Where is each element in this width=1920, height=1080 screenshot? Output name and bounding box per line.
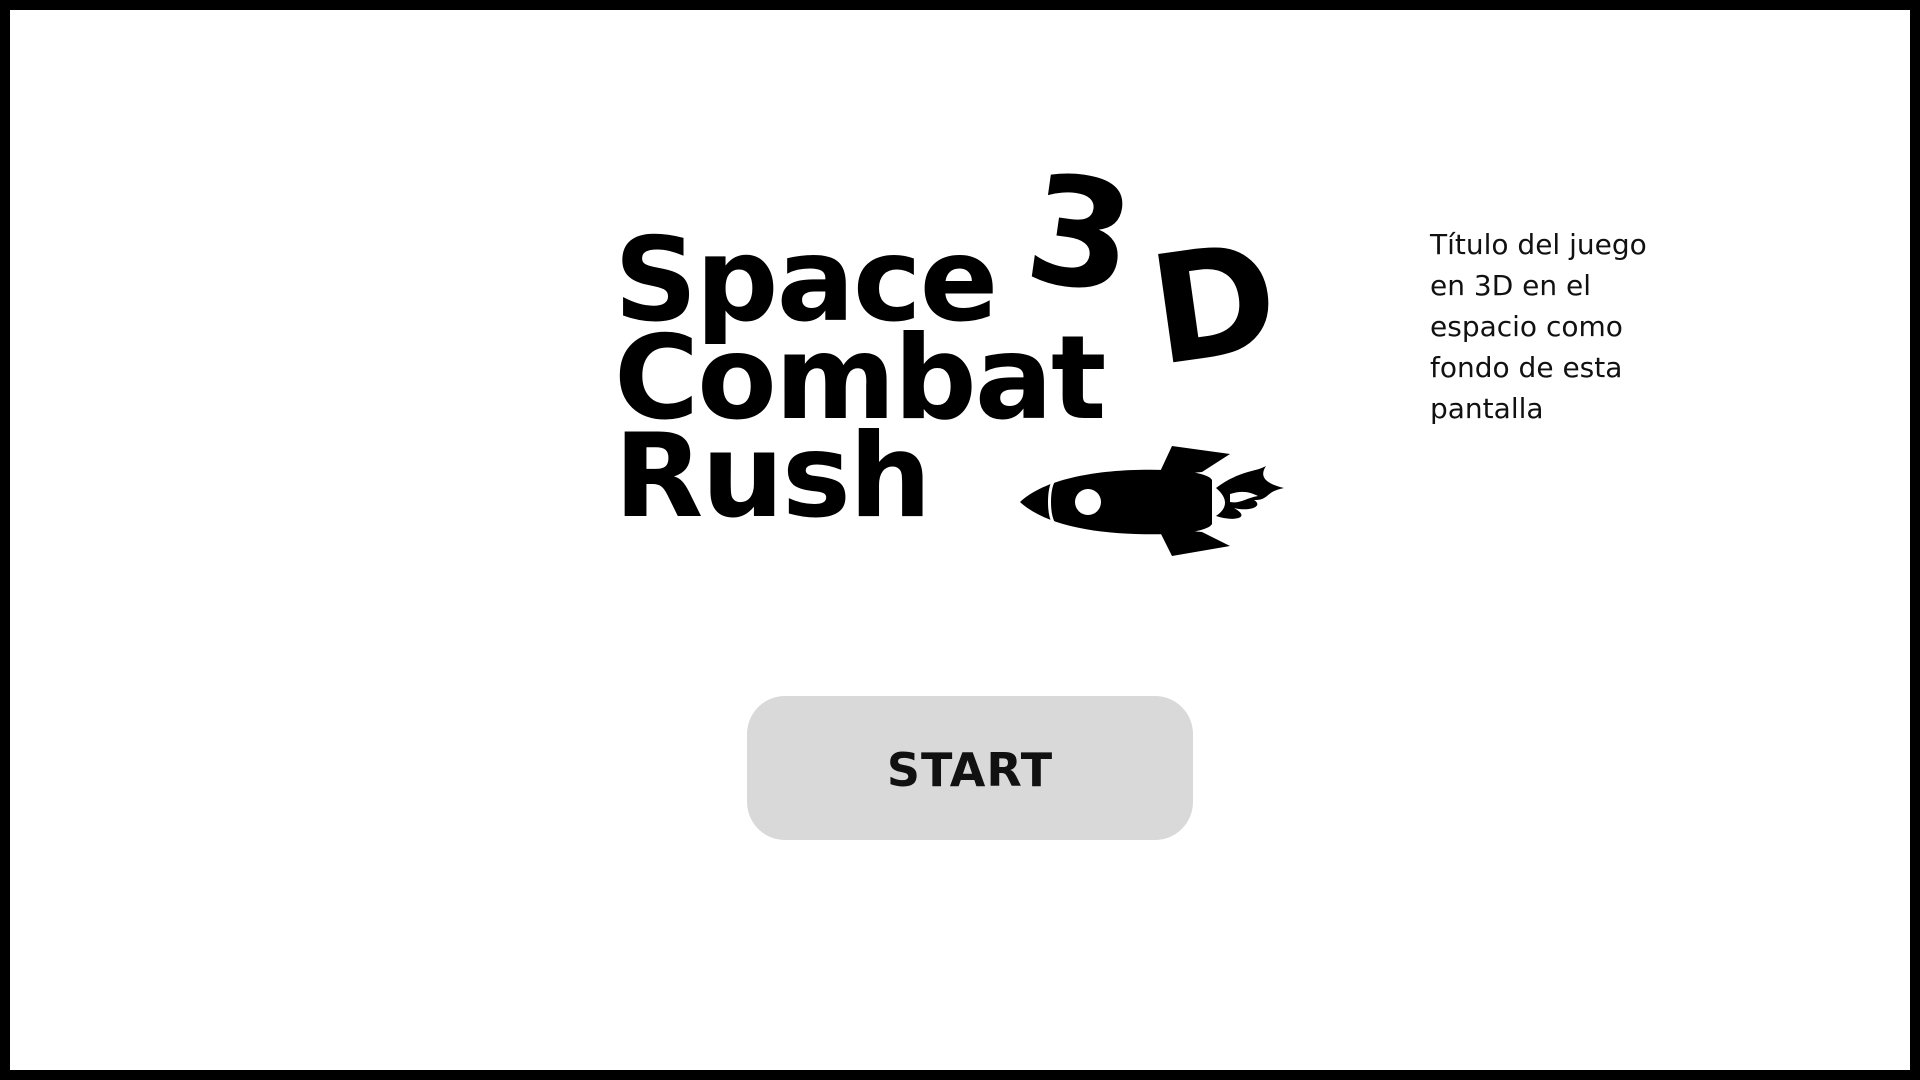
title-screen: Space Combat Rush 3 D Título del juego e… [0, 0, 1920, 1080]
design-note: Título del juego en 3D en el espacio com… [1430, 228, 1647, 425]
start-button-label: START [886, 743, 1054, 797]
start-button[interactable]: START [747, 696, 1193, 840]
rocket-icon [1020, 446, 1284, 556]
logo-3d-letter: D [1140, 210, 1289, 400]
logo-3d-digit: 3 [1016, 141, 1144, 329]
